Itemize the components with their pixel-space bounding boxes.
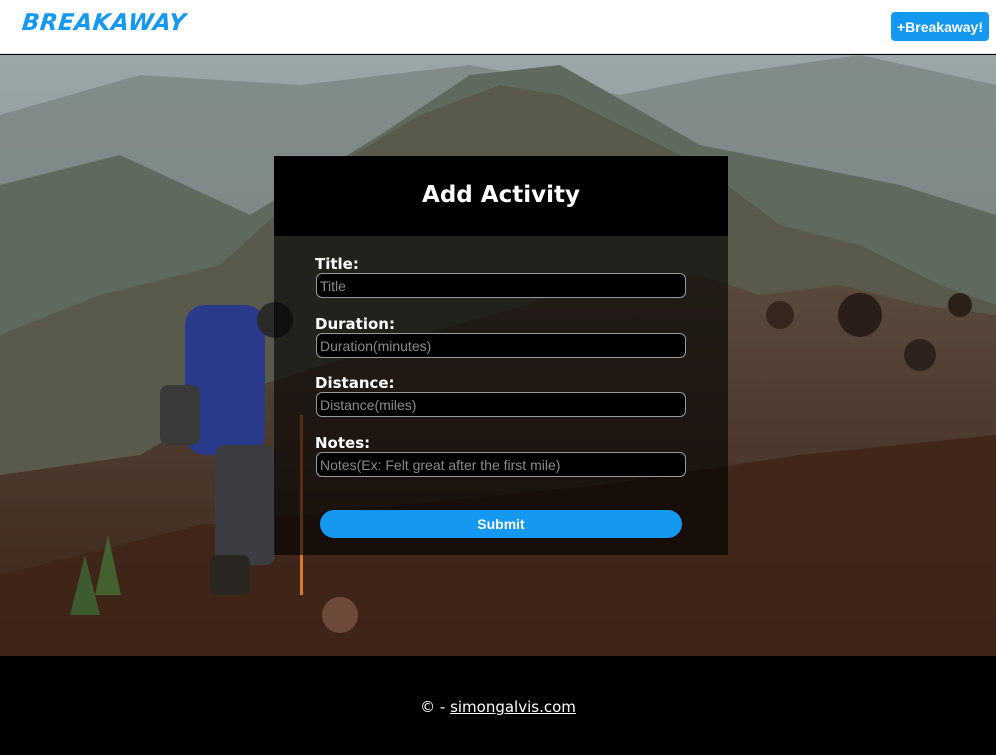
submit-button[interactable]: Submit bbox=[320, 510, 682, 538]
brand-logo[interactable]: BREAKAWAY bbox=[21, 10, 188, 36]
add-breakaway-button[interactable]: +Breakaway! bbox=[891, 12, 989, 41]
copyright-text: © - bbox=[420, 698, 451, 716]
top-navbar: BREAKAWAY +Breakaway! bbox=[0, 0, 996, 54]
footer-text: © - simongalvis.com bbox=[0, 698, 996, 716]
distance-label: Distance: bbox=[315, 374, 395, 392]
duration-label: Duration: bbox=[315, 315, 395, 333]
footer: © - simongalvis.com bbox=[0, 656, 996, 755]
card-header: Add Activity bbox=[274, 156, 728, 236]
notes-label: Notes: bbox=[315, 434, 371, 452]
hero-background-image: Add Activity Title: Duration: Distance: … bbox=[0, 55, 996, 656]
notes-input[interactable] bbox=[316, 452, 686, 477]
title-label: Title: bbox=[315, 255, 359, 273]
duration-input[interactable] bbox=[316, 333, 686, 358]
title-input[interactable] bbox=[316, 273, 686, 298]
form-title: Add Activity bbox=[422, 182, 580, 208]
footer-link[interactable]: simongalvis.com bbox=[450, 698, 576, 716]
distance-input[interactable] bbox=[316, 392, 686, 417]
add-activity-card: Add Activity Title: Duration: Distance: … bbox=[274, 156, 728, 555]
